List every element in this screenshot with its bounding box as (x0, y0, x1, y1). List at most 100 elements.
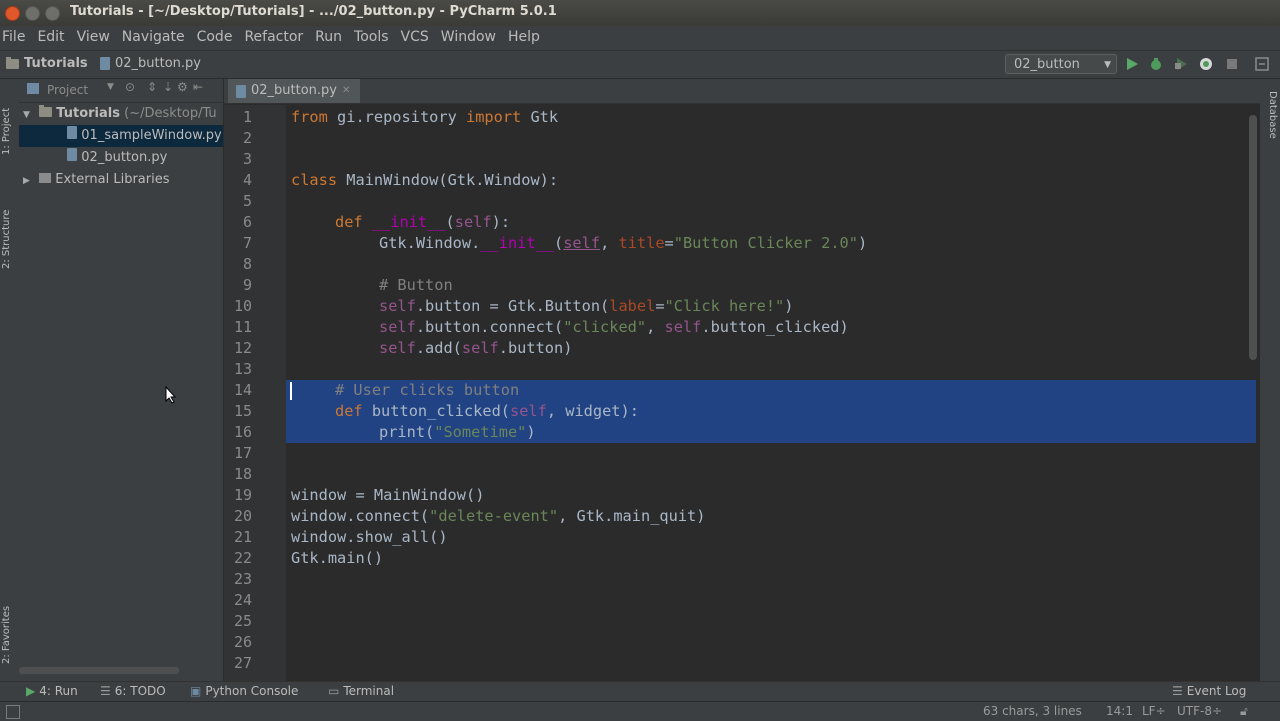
line-number-gutter: 1 2 3 4 5 6 7 8 9 10 11 12 13 14 15 16 1… (224, 105, 287, 681)
editor-tab-02-button[interactable]: 02_button.py ✕ (228, 79, 361, 103)
encoding-select[interactable]: UTF-8÷ (1177, 704, 1222, 718)
debug-icon[interactable] (1149, 57, 1163, 71)
tab-project[interactable]: 1: Project (1, 95, 17, 155)
menu-code[interactable]: Code (191, 26, 239, 48)
project-view-select[interactable]: Project (47, 83, 88, 97)
window-title: Tutorials - [~/Desktop/Tutorials] - .../… (70, 4, 557, 19)
event-log-label: Event Log (1186, 684, 1247, 698)
code-token: def (335, 402, 363, 420)
tab-favorites[interactable]: 2: Favorites (1, 589, 17, 664)
line-number: 22 (233, 549, 252, 567)
vertical-scrollbar[interactable] (1249, 115, 1257, 360)
tree-item-sample-window[interactable]: 01_sampleWindow.py (19, 125, 223, 147)
tree-item-button[interactable]: 02_button.py (19, 147, 223, 169)
code-token: ) (526, 423, 536, 441)
horizontal-scrollbar[interactable] (19, 667, 179, 674)
todo-tool-button[interactable]: ☰ 6: TODO (100, 684, 166, 698)
menu-tools[interactable]: Tools (348, 26, 395, 48)
menu-edit[interactable]: Edit (31, 26, 70, 48)
code-token: , widget): (546, 402, 639, 420)
coverage-icon[interactable] (1174, 57, 1188, 71)
tab-structure[interactable]: 2: Structure (1, 199, 17, 269)
python-file-icon (67, 148, 78, 161)
caret-position[interactable]: 14:1 (1106, 704, 1133, 718)
code-token: "Button Clicker 2.0" (673, 234, 858, 252)
toggle-tool-windows-icon[interactable] (6, 705, 20, 719)
minimize-window-button[interactable] (25, 6, 40, 21)
terminal-button[interactable]: ▭ Terminal (328, 684, 394, 698)
code-line-22: Gtk.main() (291, 549, 384, 567)
code-token: "clicked" (563, 318, 647, 336)
code-token: class (291, 171, 338, 189)
line-number: 19 (233, 486, 252, 504)
todo-icon: ☰ (100, 684, 111, 698)
code-line-9: # Button (379, 276, 453, 294)
run-icon[interactable] (1125, 57, 1139, 71)
lock-icon[interactable]: 🔓︎ (1240, 704, 1248, 719)
code-line-16: print("Sometime") (379, 422, 536, 443)
left-tool-strip: 1: Project 2: Structure 2: Favorites (0, 79, 20, 681)
menu-vcs[interactable]: VCS (395, 26, 435, 48)
line-number: 27 (233, 654, 252, 672)
line-number: 5 (242, 192, 252, 210)
tree-item-external-libraries[interactable]: ▶ External Libraries (19, 169, 223, 191)
profile-icon[interactable] (1199, 57, 1213, 71)
breadcrumb-project[interactable]: Tutorials (6, 56, 88, 71)
code-token: MainWindow(Gtk.Window): (337, 171, 559, 189)
tree-item-tutorials[interactable]: ▼ Tutorials (~/Desktop/Tu (19, 103, 223, 125)
chevron-down-icon[interactable]: ▼ (107, 82, 114, 92)
menu-navigate[interactable]: Navigate (116, 26, 191, 48)
expand-arrow-icon[interactable]: ▼ (23, 104, 35, 126)
code-editor[interactable]: from gi.repository import Gtk class Main… (286, 105, 1256, 681)
code-token: = (664, 234, 674, 252)
stop-icon[interactable] (1225, 57, 1239, 71)
code-token: self (454, 213, 492, 231)
collapse-icon[interactable]: ⇣ (163, 80, 173, 94)
collapse-arrow-icon[interactable]: ▶ (23, 170, 35, 192)
tab-database[interactable]: Database (1262, 91, 1278, 171)
menu-help[interactable]: Help (502, 26, 546, 48)
python-file-icon (236, 84, 246, 98)
code-token: self (664, 318, 702, 336)
close-window-button[interactable] (5, 6, 20, 21)
event-log-button[interactable]: ☰ Event Log (1172, 684, 1246, 698)
editor-tab-label: 02_button.py (251, 83, 337, 98)
close-tab-icon[interactable]: ✕ (342, 79, 350, 103)
line-number: 20 (233, 507, 252, 525)
line-number: 18 (233, 465, 252, 483)
code-token: self (510, 402, 547, 420)
hide-panel-icon[interactable]: ⇤ (193, 80, 203, 94)
sync-icon[interactable]: ⊙ (125, 80, 135, 94)
menu-file[interactable]: File (0, 26, 31, 48)
python-console-button[interactable]: ▣ Python Console (190, 684, 298, 698)
menu-refactor[interactable]: Refactor (238, 26, 309, 48)
code-line-19: window = MainWindow() (291, 486, 485, 504)
run-tool-button[interactable]: ▶ 4: Run (26, 684, 78, 698)
line-number: 23 (233, 570, 252, 588)
run-configuration-select[interactable]: 02_button ▼ (1005, 54, 1117, 74)
maximize-window-button[interactable] (45, 6, 60, 21)
code-token: button_clicked( (362, 402, 510, 420)
breadcrumb-file[interactable]: 02_button.py (100, 56, 201, 71)
settings-icon[interactable] (1255, 57, 1269, 71)
python-console-label: Python Console (205, 684, 299, 698)
code-line-20: window.connect("delete-event", Gtk.main_… (291, 506, 705, 527)
line-number: 16 (233, 423, 252, 441)
expand-icon[interactable]: ⇕ (147, 80, 157, 94)
line-number: 17 (233, 444, 252, 462)
code-token: gi.repository (327, 108, 466, 126)
editor-tab-bar: 02_button.py ✕ (224, 79, 1260, 104)
code-token: "Click here!" (664, 297, 785, 315)
gear-icon[interactable]: ⚙ (177, 80, 188, 94)
line-separator-select[interactable]: LF÷ (1142, 704, 1166, 718)
terminal-label: Terminal (343, 684, 395, 698)
menu-view[interactable]: View (71, 26, 116, 48)
menu-window[interactable]: Window (435, 26, 502, 48)
bottom-tool-bar: ▶ 4: Run ☰ 6: TODO ▣ Python Console ▭ Termin… (0, 681, 1280, 702)
line-number: 26 (233, 633, 252, 651)
code-token: self (563, 234, 601, 252)
menu-run[interactable]: Run (309, 26, 348, 48)
folder-icon (39, 105, 53, 117)
code-token: __init__ (371, 213, 446, 231)
title-bar: Tutorials - [~/Desktop/Tutorials] - .../… (0, 0, 1280, 26)
